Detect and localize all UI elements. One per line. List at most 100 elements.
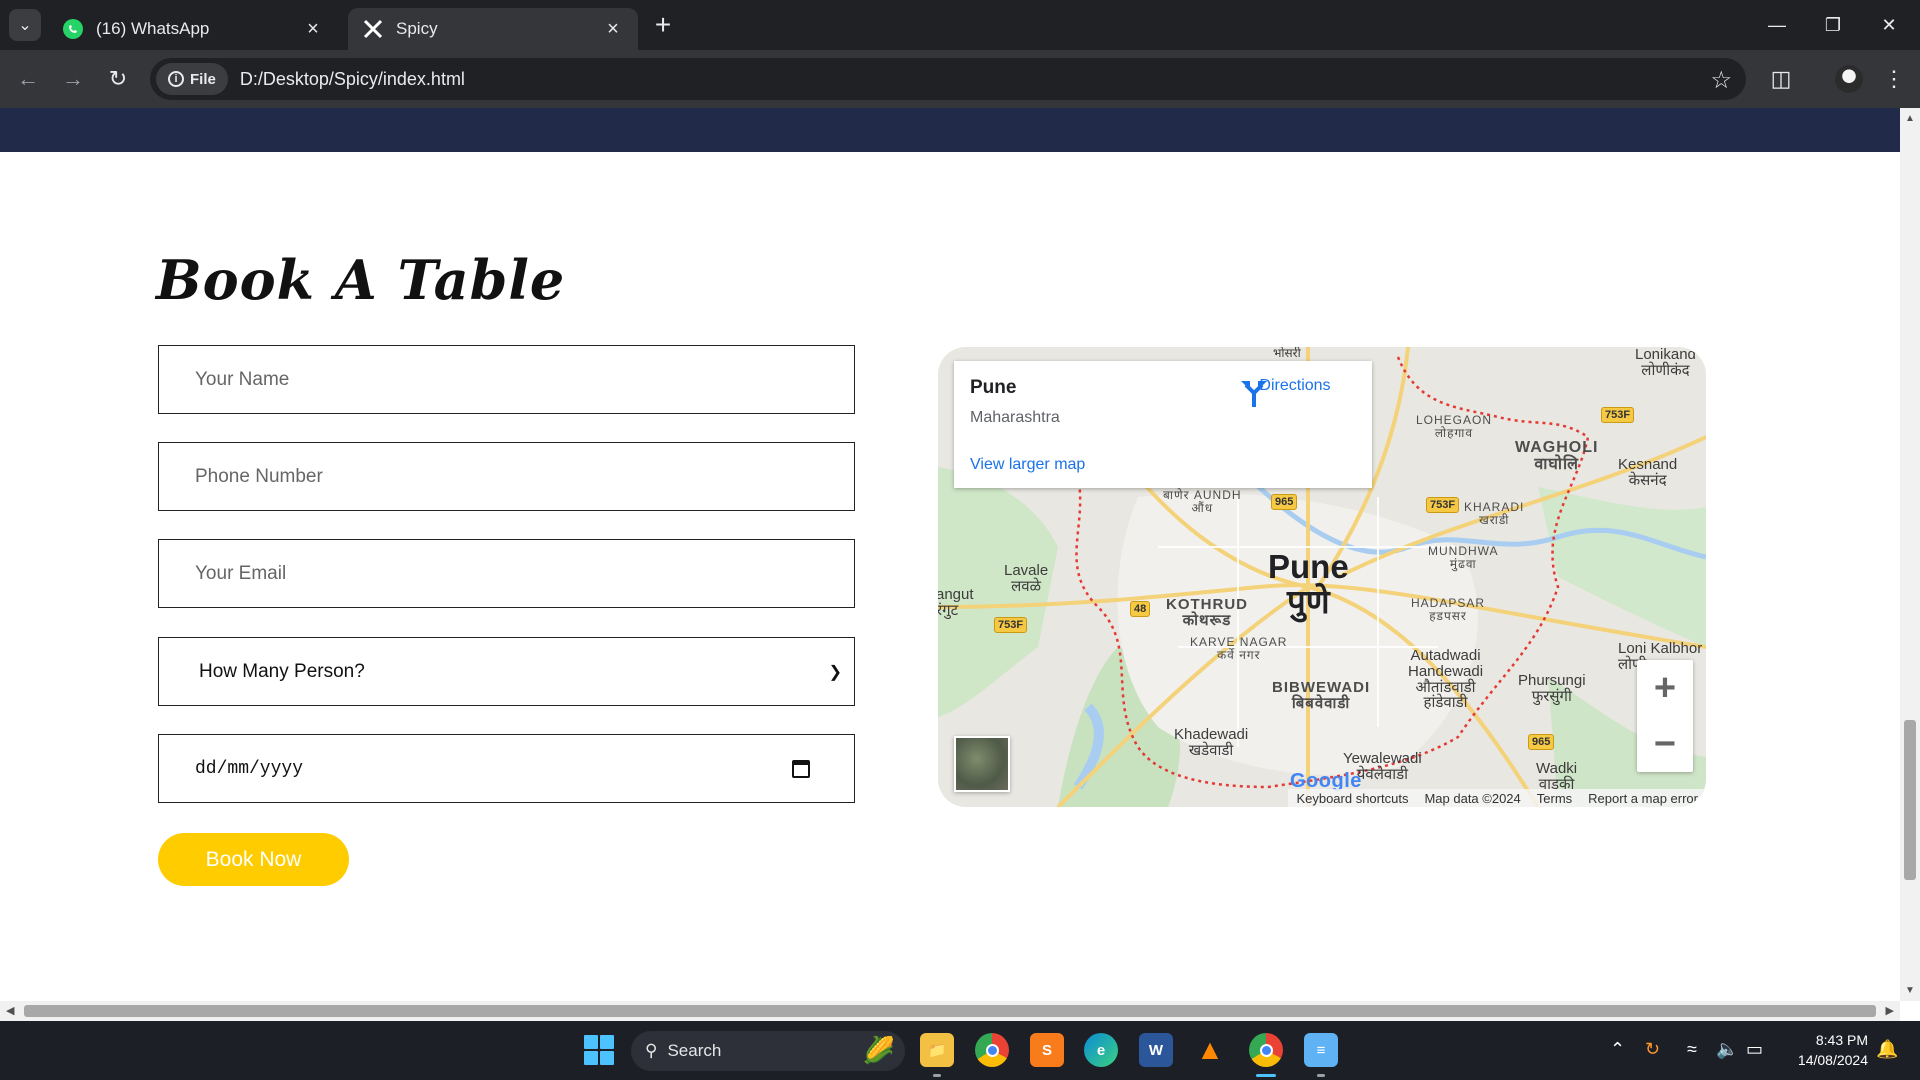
scroll-thumb[interactable] <box>1904 720 1916 880</box>
vertical-scrollbar[interactable]: ▲ ▼ <box>1900 108 1920 1001</box>
close-window-button[interactable]: ✕ <box>1861 0 1917 50</box>
map-label-yewalewadi-en: Yewalewadi <box>1343 750 1422 767</box>
date-input[interactable]: dd/mm/yyyy <box>158 734 855 803</box>
address-bar[interactable]: i File D:/Desktop/Spicy/index.html ☆ <box>150 58 1746 100</box>
file-explorer-icon[interactable]: 📁 <box>920 1033 954 1067</box>
map-label-pune-en: Pune <box>1268 548 1349 585</box>
forward-button[interactable]: → <box>57 63 89 95</box>
browser-tabstrip: ⌄ (16) WhatsApp × Spicy × + — ❐ ✕ <box>0 0 1920 50</box>
back-button[interactable]: ← <box>12 63 44 95</box>
tab-search-button[interactable]: ⌄ <box>9 9 41 41</box>
book-now-button[interactable]: Book Now <box>158 833 349 886</box>
email-input[interactable]: Your Email <box>158 539 855 608</box>
close-icon[interactable]: × <box>602 18 624 40</box>
map-label-lavale-en: Lavale <box>1004 562 1049 579</box>
map-label-lonikand-en: Lonikand <box>1635 347 1696 363</box>
windows-start-icon[interactable] <box>584 1035 614 1065</box>
map-label-kothrud: KOTHRUD कोथरूड <box>1166 597 1248 629</box>
calendar-icon[interactable] <box>792 759 810 778</box>
whatsapp-icon <box>62 18 84 40</box>
map-zoom-controls: + − <box>1637 660 1693 772</box>
map-label-autadwadi-mr: औतांडवाडी <box>1415 678 1476 696</box>
report-map-error-link[interactable]: Report a map error <box>1588 791 1698 806</box>
menu-kebab-icon[interactable]: ⋮ <box>1878 63 1910 95</box>
running-indicator <box>1317 1074 1325 1077</box>
map-label-kesnand: Kesnand केसनंद <box>1618 457 1677 489</box>
map-label-karve-nagar-mr: कर्वे नगर <box>1216 647 1261 662</box>
scroll-thumb[interactable] <box>24 1005 1876 1017</box>
url-text: D:/Desktop/Spicy/index.html <box>239 68 465 89</box>
word-icon[interactable]: W <box>1139 1033 1173 1067</box>
zoom-out-button[interactable]: − <box>1637 716 1693 772</box>
name-input[interactable]: Your Name <box>158 345 855 414</box>
tab-whatsapp[interactable]: (16) WhatsApp × <box>48 8 338 50</box>
map-label-wagholi: WAGHOLI वाघोलि <box>1515 439 1598 474</box>
map-label-kothrud-en: KOTHRUD <box>1166 596 1248 613</box>
close-icon[interactable]: × <box>302 18 324 40</box>
browser-toolbar: ← → ↻ i File D:/Desktop/Spicy/index.html… <box>0 50 1920 108</box>
sublime-text-icon[interactable]: S <box>1030 1033 1064 1067</box>
site-navbar <box>0 108 1900 152</box>
satellite-toggle[interactable] <box>954 736 1010 792</box>
persons-select[interactable]: How Many Person? ❯ <box>158 637 855 706</box>
directions-button[interactable]: Directions <box>1240 377 1350 407</box>
google-map-embed[interactable]: भोसरी Lonikand लोणीकंद LOHEGAON लोहगाव W… <box>938 347 1706 807</box>
terms-link[interactable]: Terms <box>1537 791 1572 806</box>
taskbar-search[interactable]: ⚲ Search 🌽 <box>631 1031 905 1071</box>
map-label-mundhwa: MUNDHWA मुंढवा <box>1428 545 1499 570</box>
map-label-mundhwa-mr: मुंढवा <box>1449 556 1477 571</box>
phone-input[interactable]: Phone Number <box>158 442 855 511</box>
highway-shield: 753F <box>1601 407 1635 423</box>
minimize-button[interactable]: — <box>1749 0 1805 50</box>
map-label-kharadi: KHARADI खराडी <box>1464 501 1524 526</box>
volume-icon[interactable]: 🔈 <box>1716 1039 1738 1060</box>
running-indicator <box>933 1074 941 1077</box>
scroll-up-icon[interactable]: ▲ <box>1905 113 1915 124</box>
map-label-wagholi-mr: वाघोलि <box>1534 455 1580 473</box>
clock-time: 8:43 PM <box>1815 1032 1868 1048</box>
extensions-icon[interactable]: ◫ <box>1765 63 1797 95</box>
horizontal-scrollbar[interactable]: ◀ ▶ <box>0 1001 1900 1021</box>
tab-spicy[interactable]: Spicy × <box>348 8 638 50</box>
reload-button[interactable]: ↻ <box>102 63 134 95</box>
new-tab-button[interactable]: + <box>648 9 678 40</box>
map-label-angut: angut रंगुट <box>938 587 974 619</box>
map-label-autadwadi-en: Autadwadi <box>1410 647 1481 664</box>
map-label-lonikand-mr: लोणीकंद <box>1641 361 1690 379</box>
highway-shield: 753F <box>1426 497 1460 513</box>
view-larger-map-link[interactable]: View larger map <box>970 456 1085 474</box>
page-viewport: Book A Table Your Name Phone Number Your… <box>0 108 1900 1001</box>
chrome-icon[interactable] <box>975 1033 1009 1067</box>
persons-selected-value: How Many Person? <box>199 660 365 682</box>
scroll-right-icon[interactable]: ▶ <box>1886 1004 1894 1017</box>
chrome-profile-icon[interactable] <box>1249 1033 1283 1067</box>
keyboard-shortcuts-link[interactable]: Keyboard shortcuts <box>1296 791 1408 806</box>
avatar[interactable] <box>1835 65 1863 93</box>
zoom-in-button[interactable]: + <box>1637 660 1693 716</box>
scroll-left-icon[interactable]: ◀ <box>6 1004 14 1017</box>
bookmark-star-icon[interactable]: ☆ <box>1710 66 1732 95</box>
clock-date: 14/08/2024 <box>1797 1051 1868 1068</box>
chevron-up-icon[interactable]: ⌃ <box>1610 1039 1625 1060</box>
taskbar-clock[interactable]: 8:43 PM 14/08/2024 <box>1772 1031 1868 1070</box>
page-title: Book A Table <box>156 248 566 312</box>
edge-icon[interactable]: e <box>1084 1033 1118 1067</box>
scroll-down-icon[interactable]: ▼ <box>1905 985 1915 996</box>
wifi-icon[interactable]: ≈ <box>1687 1039 1697 1060</box>
map-label-lavale: Lavale लवळे <box>1004 563 1048 595</box>
sync-icon[interactable]: ↻ <box>1645 1039 1660 1060</box>
notepad-icon[interactable]: ≡ <box>1304 1033 1338 1067</box>
map-label-aundh-mr: औंध <box>1191 500 1214 515</box>
file-chip-label: File <box>190 70 216 88</box>
notification-bell-icon[interactable]: 🔔 <box>1876 1039 1898 1060</box>
site-info-chip[interactable]: i File <box>156 63 228 95</box>
map-label-angut-en: angut <box>938 586 974 603</box>
vlc-icon[interactable]: ▲ <box>1193 1033 1227 1067</box>
map-label-kesnand-mr: केसनंद <box>1628 471 1667 489</box>
highway-shield: 965 <box>1271 494 1298 510</box>
map-label-bhosari: भोसरी <box>1273 347 1301 360</box>
battery-icon[interactable]: ▭ <box>1746 1039 1763 1060</box>
active-indicator <box>1256 1074 1276 1077</box>
tab-title: (16) WhatsApp <box>96 19 210 38</box>
restore-button[interactable]: ❐ <box>1805 0 1861 50</box>
